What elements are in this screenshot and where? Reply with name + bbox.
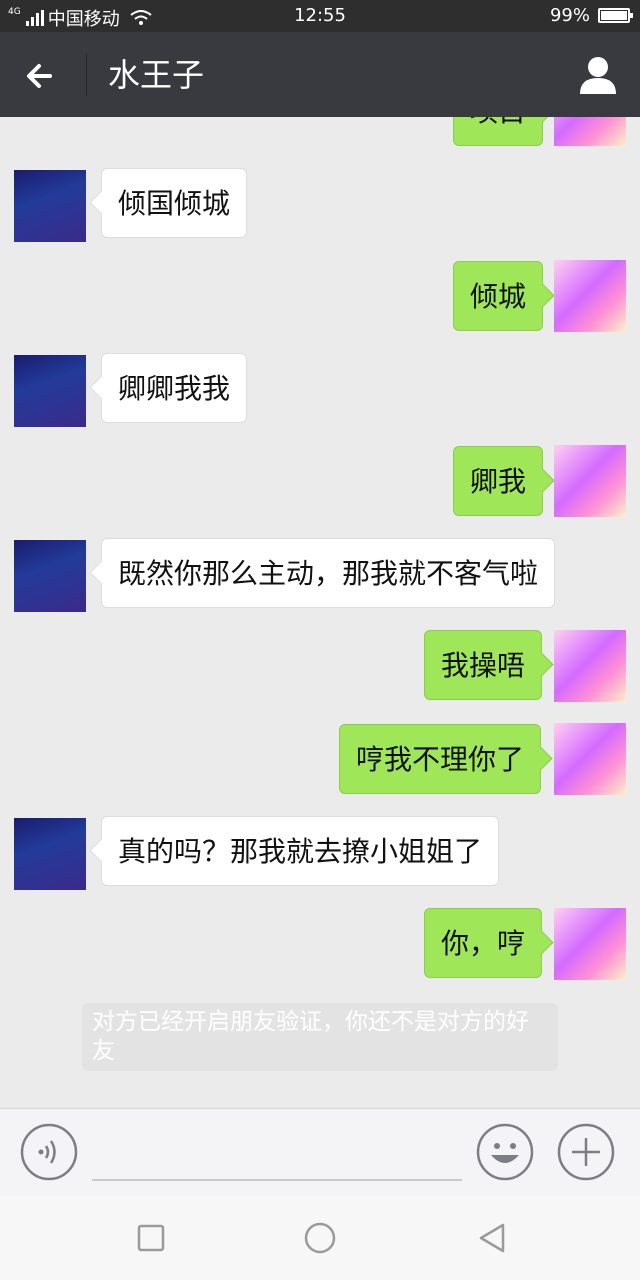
back-triangle-icon[interactable] (472, 1218, 512, 1258)
plus-icon[interactable] (557, 1123, 615, 1181)
recent-apps-icon[interactable] (131, 1218, 171, 1258)
message-list[interactable]: 项目 倾国倾城 倾城 卿卿我我 卿我 既然你那么主动，那我就不客气啦 我操唔 哼… (0, 117, 640, 1108)
message-bubble-sent[interactable]: 哼我不理你了 (339, 724, 542, 794)
input-bar (0, 1108, 640, 1196)
header-divider (86, 54, 87, 96)
clock: 12:55 (294, 5, 346, 26)
system-notice: 对方已经开启朋友验证，你还不是对方的好友 (82, 1003, 558, 1071)
message-text: 卿我 (470, 465, 527, 498)
message-input[interactable] (92, 1129, 462, 1181)
back-arrow-icon[interactable] (20, 54, 64, 98)
message-text: 项目 (470, 117, 526, 128)
message-bubble-sent[interactable]: 倾城 (453, 261, 544, 331)
message-bubble-sent[interactable]: 项目 (453, 117, 544, 146)
message-bubble-received[interactable]: 真的吗？那我就去撩小姐姐了 (101, 816, 500, 886)
page-title: 水王子 (108, 56, 205, 94)
princess-avatar[interactable] (554, 117, 626, 146)
prince-avatar[interactable] (14, 818, 86, 890)
princess-avatar[interactable] (554, 723, 626, 795)
message-text: 倾国倾城 (118, 187, 231, 220)
message-text: 哼我不理你了 (356, 743, 525, 776)
chat-header: 水王子 (0, 32, 640, 117)
prince-avatar[interactable] (14, 540, 86, 612)
message-text: 我操唔 (441, 649, 526, 682)
message-text: 既然你那么主动，那我就不客气啦 (118, 557, 539, 590)
prince-avatar[interactable] (14, 355, 86, 427)
battery-icon (598, 8, 633, 23)
message-bubble-received[interactable]: 倾国倾城 (101, 168, 248, 238)
message-text: 真的吗？那我就去撩小姐姐了 (118, 835, 483, 868)
message-text: 倾城 (470, 280, 527, 313)
message-bubble-received[interactable]: 既然你那么主动，那我就不客气啦 (101, 538, 556, 608)
prince-avatar[interactable] (14, 170, 86, 242)
message-text: 你，哼 (441, 927, 526, 960)
princess-avatar[interactable] (554, 260, 626, 332)
message-bubble-received[interactable]: 卿卿我我 (101, 353, 248, 423)
home-icon[interactable] (300, 1218, 340, 1258)
message-bubble-sent[interactable]: 你，哼 (424, 908, 543, 978)
message-bubble-sent[interactable]: 我操唔 (424, 630, 543, 700)
contact-profile-icon[interactable] (578, 54, 618, 96)
princess-avatar[interactable] (554, 630, 626, 702)
battery-fill (601, 11, 627, 20)
princess-avatar[interactable] (554, 445, 626, 517)
emoji-icon[interactable] (476, 1123, 534, 1181)
battery-percent: 99% (549, 5, 590, 26)
status-bar: 4G 中国移动 12:55 99% (0, 0, 640, 32)
princess-avatar[interactable] (554, 908, 626, 980)
message-bubble-sent[interactable]: 卿我 (453, 446, 544, 516)
system-nav-bar (0, 1196, 640, 1280)
voice-icon[interactable] (20, 1123, 78, 1181)
message-text: 卿卿我我 (118, 372, 231, 405)
